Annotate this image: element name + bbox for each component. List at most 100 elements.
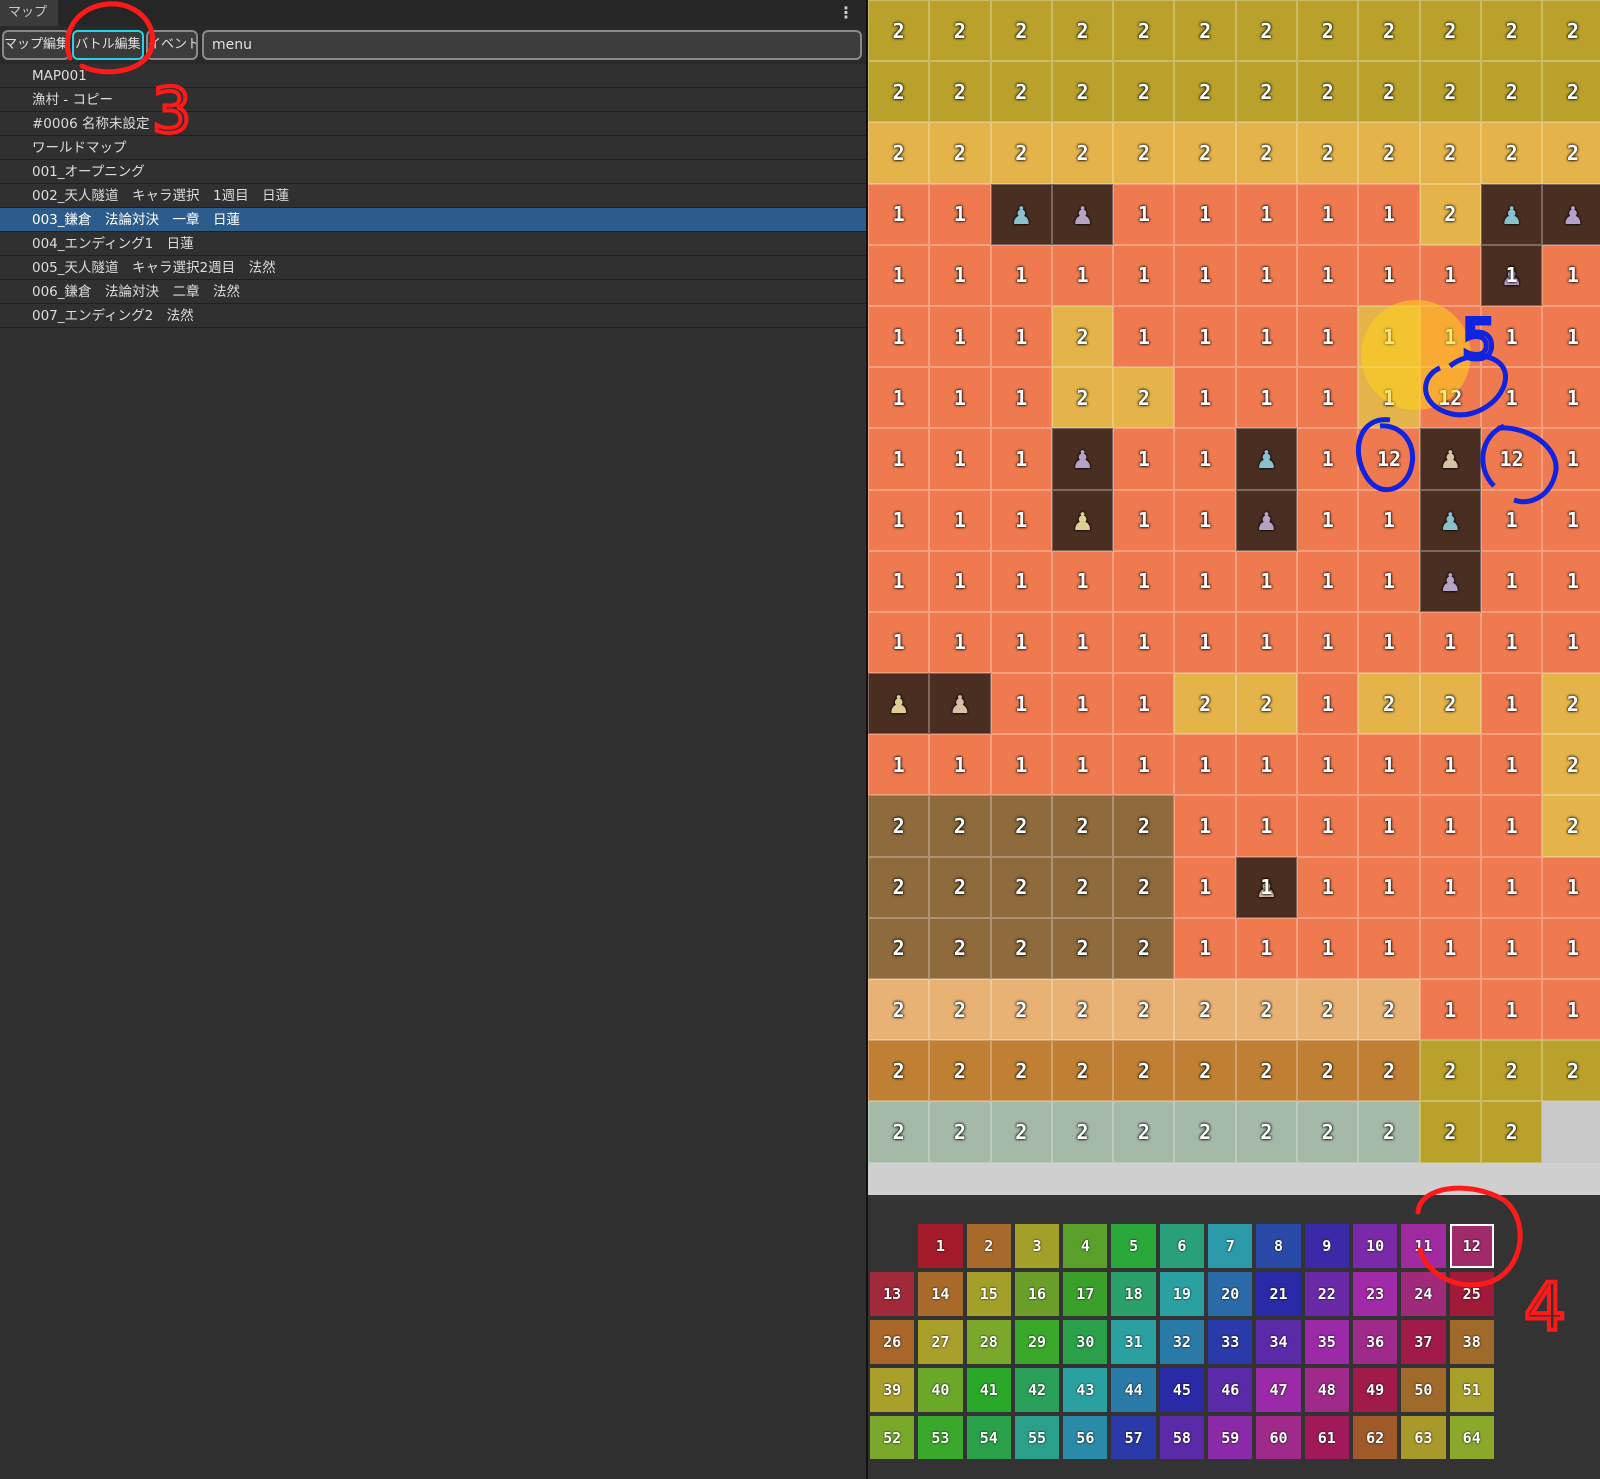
map-tile[interactable]: 1 — [1358, 611, 1420, 674]
palette-tile[interactable]: 15 — [966, 1271, 1011, 1316]
map-tile[interactable]: 2 — [1051, 979, 1114, 1041]
map-tile[interactable]: 2 — [868, 122, 930, 184]
palette-tile[interactable]: 14 — [918, 1271, 963, 1316]
map-tile[interactable]: 12 — [1419, 367, 1481, 429]
map-tile[interactable]: 1 — [1419, 917, 1481, 979]
map-list-item[interactable]: 006_鎌倉 法論対決 二章 法然 — [0, 280, 866, 304]
map-tile[interactable]: 1 — [868, 611, 930, 674]
map-tile[interactable]: 1 — [929, 734, 991, 796]
palette-tile[interactable]: 64 — [1449, 1415, 1494, 1460]
map-tile[interactable]: 1 — [1480, 917, 1543, 979]
map-tile[interactable]: 1 — [990, 734, 1052, 796]
palette-tile[interactable]: 24 — [1401, 1271, 1446, 1316]
map-tile[interactable]: 1 — [1297, 428, 1359, 490]
map-list-item[interactable]: 005_天人隧道 キャラ選択2週目 法然 — [0, 256, 866, 280]
map-tile[interactable]: 2 — [990, 856, 1052, 918]
map-tile[interactable]: 2 — [1235, 122, 1298, 184]
map-tile[interactable]: 1 — [1051, 734, 1114, 796]
palette-tile[interactable]: 38 — [1449, 1319, 1494, 1364]
map-tile[interactable]: 2 — [1113, 795, 1175, 857]
map-tile[interactable]: 1 — [1358, 305, 1420, 368]
map-tile[interactable]: ♟ — [990, 183, 1052, 245]
map-tile[interactable]: 1 — [1542, 367, 1600, 429]
palette-tile[interactable]: 59 — [1208, 1415, 1253, 1460]
map-tile[interactable]: 2 — [1542, 673, 1600, 735]
map-tile[interactable]: 2 — [1174, 673, 1236, 735]
palette-tile[interactable]: 17 — [1063, 1271, 1108, 1316]
map-tile[interactable]: 2 — [1419, 673, 1481, 735]
tab-map-edit[interactable]: マップ編集 — [2, 30, 70, 60]
map-tile[interactable]: 2 — [1297, 122, 1359, 184]
map-list-item[interactable]: MAP001 — [0, 64, 866, 88]
map-tile[interactable]: 2 — [868, 795, 930, 857]
map-tile[interactable]: 2 — [1051, 305, 1114, 368]
map-tile[interactable]: 2 — [1358, 0, 1420, 62]
map-tile[interactable]: ♟ 1 — [1235, 856, 1298, 918]
map-tile[interactable]: 1 — [1480, 489, 1543, 551]
map-tile[interactable]: 1 — [1174, 183, 1236, 245]
palette-tile[interactable]: 11 — [1401, 1224, 1446, 1268]
map-tile[interactable]: 1 — [1297, 305, 1359, 368]
palette-tile[interactable]: 47 — [1256, 1367, 1301, 1412]
map-tile[interactable]: 1 — [1480, 979, 1543, 1041]
map-tile[interactable]: 1 — [990, 489, 1052, 551]
map-tile[interactable]: ♟ — [1419, 428, 1481, 490]
map-tile[interactable]: 1 — [1235, 244, 1298, 306]
map-tile[interactable]: 1 — [1480, 856, 1543, 918]
map-tile[interactable]: 2 — [1419, 1101, 1481, 1163]
palette-tile[interactable]: 5 — [1111, 1224, 1156, 1268]
palette-tile[interactable]: 8 — [1256, 1224, 1301, 1268]
map-tile[interactable]: 2 — [1297, 1040, 1359, 1102]
map-tile[interactable]: 1 — [1113, 611, 1175, 674]
map-tile[interactable]: 1 — [1542, 917, 1600, 979]
map-tile[interactable]: 1 — [868, 489, 930, 551]
map-tile[interactable]: 2 — [929, 917, 991, 979]
palette-tile[interactable]: 12 — [1449, 1224, 1494, 1268]
palette-tile[interactable]: 54 — [966, 1415, 1011, 1460]
map-tile[interactable]: 1 — [1419, 305, 1481, 368]
map-tile[interactable]: 2 — [1480, 61, 1543, 123]
palette-tile[interactable]: 26 — [870, 1319, 915, 1364]
map-tile[interactable]: 1 — [868, 244, 930, 306]
palette-tile[interactable]: 37 — [1401, 1319, 1446, 1364]
map-tile[interactable]: 1 — [1480, 611, 1543, 674]
map-tile[interactable]: 1 — [1174, 795, 1236, 857]
map-tile[interactable]: 2 — [1480, 0, 1543, 62]
palette-tile[interactable]: 28 — [966, 1319, 1011, 1364]
map-tile[interactable]: 1 — [990, 673, 1052, 735]
palette-tile[interactable]: 58 — [1159, 1415, 1205, 1460]
map-tile[interactable]: 2 — [1113, 1040, 1175, 1102]
map-tile[interactable]: 2 — [1113, 61, 1175, 123]
palette-tile[interactable]: 20 — [1208, 1271, 1253, 1316]
palette-tile[interactable]: 39 — [870, 1367, 915, 1412]
map-tile[interactable]: 1 — [1174, 917, 1236, 979]
map-tile[interactable]: 1 — [868, 367, 930, 429]
map-tile[interactable]: 1 — [868, 734, 930, 796]
map-tile[interactable]: 1 — [1174, 367, 1236, 429]
map-tile[interactable]: 1 — [1113, 550, 1175, 612]
palette-tile[interactable]: 56 — [1063, 1415, 1108, 1460]
map-list-item[interactable]: 001_オープニング — [0, 160, 866, 184]
map-tile[interactable]: 1 — [1358, 734, 1420, 796]
map-tile[interactable]: 1 — [1297, 489, 1359, 551]
map-tile[interactable]: 1 — [1297, 550, 1359, 612]
map-tile[interactable]: 2 — [1174, 979, 1236, 1041]
map-tile[interactable]: 2 — [1051, 0, 1114, 62]
map-tile[interactable]: 2 — [1297, 1101, 1359, 1163]
palette-tile[interactable]: 3 — [1014, 1224, 1060, 1268]
map-tile[interactable]: 1 — [929, 428, 991, 490]
map-tile[interactable]: 2 — [1297, 61, 1359, 123]
map-tile[interactable]: ♟ — [1419, 550, 1481, 612]
map-tile[interactable]: 1 — [929, 183, 991, 245]
palette-tile[interactable]: 33 — [1208, 1319, 1253, 1364]
map-tile[interactable]: 2 — [990, 1101, 1052, 1163]
palette-tile[interactable]: 49 — [1352, 1367, 1398, 1412]
palette-tile[interactable]: 4 — [1063, 1224, 1108, 1268]
map-tile[interactable]: 2 — [990, 0, 1052, 62]
map-tile[interactable]: 1 — [1542, 305, 1600, 368]
map-tile[interactable]: 2 — [1113, 856, 1175, 918]
map-tile[interactable]: 2 — [990, 122, 1052, 184]
map-tile[interactable]: 2 — [1542, 122, 1600, 184]
map-tile[interactable]: 2 — [1174, 0, 1236, 62]
map-tile[interactable]: ♟ — [868, 673, 930, 735]
